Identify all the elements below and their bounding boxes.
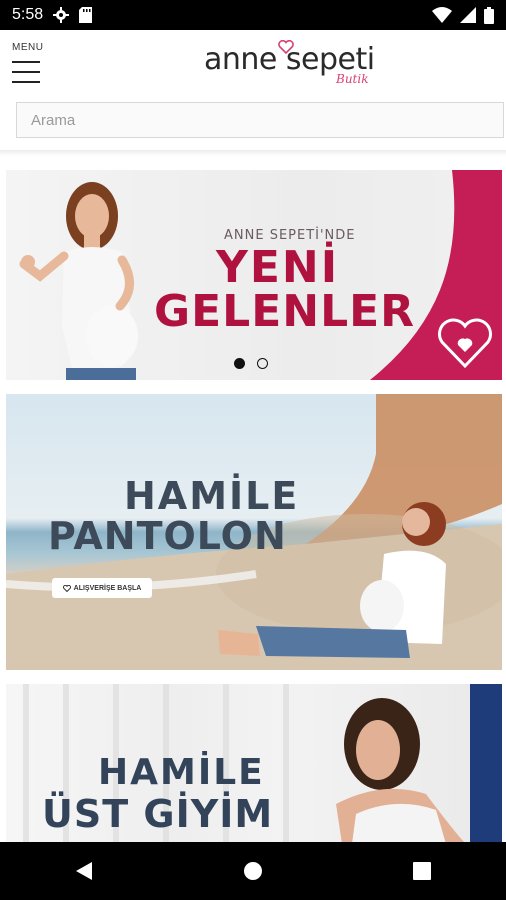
search-field[interactable] <box>16 102 506 138</box>
banner-title-line1: HAMİLE <box>124 474 300 518</box>
banner-maternity-tops[interactable]: HAMİLE ÜST GİYİM <box>6 684 502 844</box>
hamburger-line <box>12 71 40 73</box>
banner-title-line1: HAMİLE <box>98 752 265 793</box>
shop-now-button[interactable]: ALIŞVERİŞE BAŞLA <box>52 578 152 598</box>
search-input[interactable] <box>17 103 506 137</box>
heart-icon <box>62 584 71 592</box>
carousel-dots <box>234 358 268 369</box>
gear-icon <box>53 7 70 23</box>
carousel-dot-1[interactable] <box>234 358 245 369</box>
banner-small-text: ANNE SEPETİ'NDE <box>224 228 356 243</box>
banner-maternity-pants[interactable]: HAMİLE PANTOLON ALIŞVERİŞE BAŞLA <box>6 394 502 670</box>
banner-title-line2: ÜST GİYİM <box>42 792 274 836</box>
header-divider <box>0 150 506 156</box>
status-bar: 5:58 <box>0 0 506 30</box>
pink-panel <box>370 170 502 380</box>
back-icon[interactable] <box>75 861 93 881</box>
carousel-dot-2[interactable] <box>257 358 268 369</box>
shop-now-label: ALIŞVERİŞE BAŞLA <box>73 584 142 592</box>
banner-title-line2: PANTOLON <box>48 514 287 558</box>
app-header: MENU anne sepeti Butik <box>0 30 506 96</box>
sd-card-icon <box>79 7 93 23</box>
signal-icon <box>460 7 476 23</box>
system-nav-bar <box>0 842 506 900</box>
banner-new-arrivals[interactable]: ANNE SEPETİ'NDE YENİ GELENLER <box>6 170 502 380</box>
menu-button[interactable]: MENU <box>12 42 46 90</box>
wifi-icon <box>432 7 452 23</box>
heart-icon <box>278 40 294 54</box>
hamburger-icon <box>12 61 40 63</box>
battery-icon <box>484 6 494 24</box>
brand-logo[interactable]: anne sepeti Butik <box>204 40 384 92</box>
hamburger-line <box>12 81 40 83</box>
menu-label: MENU <box>12 42 44 53</box>
recents-icon[interactable] <box>413 862 431 880</box>
home-icon[interactable] <box>243 861 263 881</box>
logo-subtitle: Butik <box>336 72 369 86</box>
model-image <box>19 182 138 380</box>
status-time: 5:58 <box>12 6 44 23</box>
